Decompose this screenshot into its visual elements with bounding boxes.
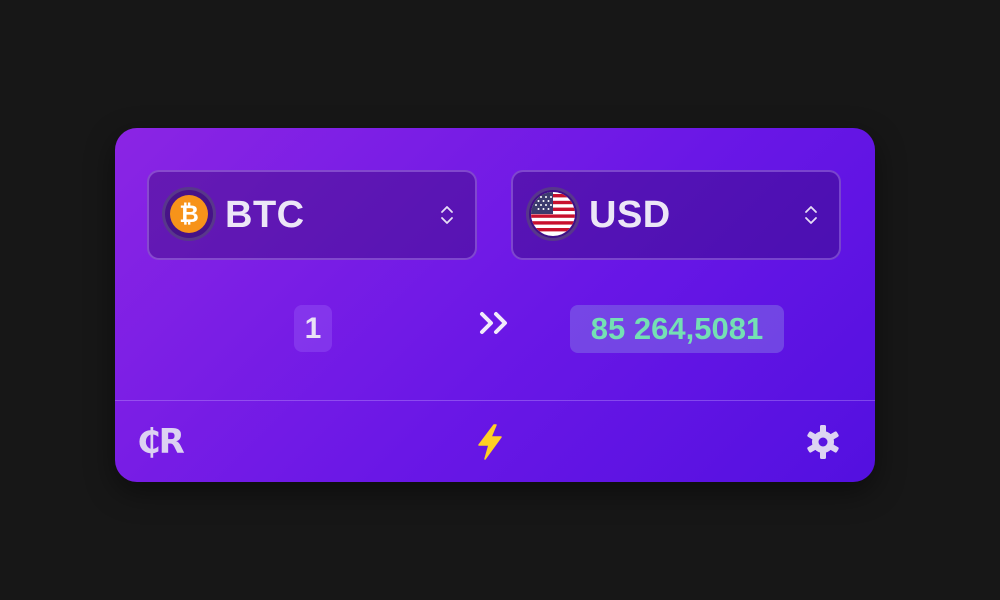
chevron-up-down-icon (805, 206, 817, 224)
footer-divider (115, 400, 875, 401)
gear-icon[interactable] (804, 423, 842, 461)
double-chevron-right-icon (480, 312, 507, 334)
converted-result: 85 264,5081 (570, 305, 784, 353)
to-currency-icon-ring (526, 187, 580, 241)
from-currency-select[interactable]: ₿ BTC (147, 170, 477, 260)
converter-card: ₿ BTC USD 1 85 264,5081 ₵R (115, 128, 875, 482)
chevron-up-down-icon (441, 206, 453, 224)
app-logo: ₵R (137, 422, 185, 462)
from-currency-code: BTC (225, 194, 305, 236)
to-currency-code: USD (589, 194, 671, 236)
to-currency-select[interactable]: USD (511, 170, 841, 260)
from-currency-icon-ring: ₿ (162, 187, 216, 241)
us-flag-icon (531, 192, 575, 236)
bitcoin-icon: ₿ (170, 195, 208, 233)
amount-input[interactable]: 1 (294, 305, 332, 352)
lightning-bolt-icon[interactable] (473, 423, 507, 461)
